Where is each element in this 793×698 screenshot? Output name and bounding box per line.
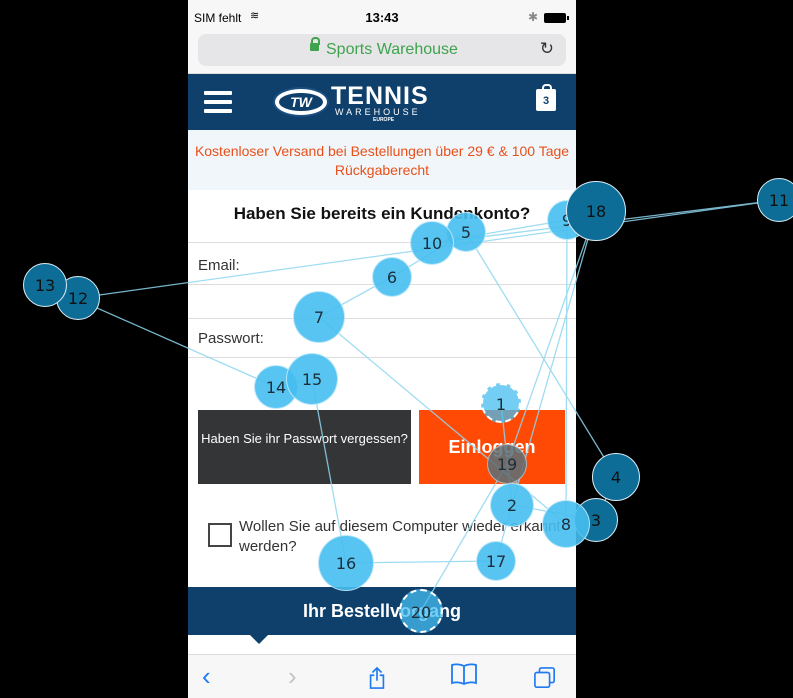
remember-me-checkbox[interactable]: [208, 523, 232, 547]
gaze-saccade-line: [595, 476, 617, 521]
gaze-fixation-13: 13: [23, 263, 67, 307]
gaze-fixation-3: 3: [574, 498, 618, 542]
divider: [188, 357, 576, 358]
logo-subtitle: WAREHOUSE: [335, 107, 421, 117]
tabs-icon[interactable]: [534, 667, 556, 689]
forgot-password-button[interactable]: Haben Sie ihr Passwort vergessen?: [198, 410, 411, 484]
status-bar: SIM fehlt ≋ 13:43 ✱: [188, 0, 576, 30]
logo-badge-text: TW: [279, 93, 323, 111]
bluetooth-icon: ✱: [528, 10, 539, 24]
battery-icon: [544, 13, 569, 23]
gaze-fixation-12: 12: [56, 276, 100, 320]
back-icon[interactable]: ‹: [202, 661, 211, 691]
divider: [188, 242, 576, 243]
browser-address-area: Sports Warehouse ↻: [188, 30, 576, 74]
logo-badge: TW: [273, 87, 329, 117]
menu-icon[interactable]: [204, 91, 232, 113]
bookmarks-icon[interactable]: [450, 662, 478, 686]
phone-screen: SIM fehlt ≋ 13:43 ✱ Sports Warehouse ↻ T…: [188, 0, 576, 698]
divider: [188, 318, 576, 319]
email-label: Email:: [198, 257, 240, 274]
address-bar[interactable]: Sports Warehouse ↻: [198, 34, 566, 66]
checkout-progress-bar: Ihr Bestellvorgang: [188, 587, 576, 635]
password-label: Passwort:: [198, 330, 264, 347]
url-text: Sports Warehouse: [326, 41, 458, 58]
email-field[interactable]: [198, 276, 566, 306]
browser-toolbar: ‹ ›: [188, 654, 576, 698]
reload-icon[interactable]: ↻: [540, 39, 554, 59]
promo-banner: Kostenloser Versand bei Bestellungen übe…: [188, 130, 576, 190]
password-field[interactable]: [198, 349, 566, 379]
cart-icon[interactable]: 3: [536, 84, 556, 111]
share-icon[interactable]: [368, 667, 386, 689]
clock: 13:43: [365, 10, 399, 25]
gaze-fixation-11: 11: [757, 178, 793, 222]
site-header: TW TENNIS WAREHOUSE EUROPE 3: [188, 74, 576, 130]
lock-icon: [310, 37, 320, 51]
remember-me-label[interactable]: Wollen Sie auf diesem Computer wieder er…: [239, 517, 569, 557]
tennis-warehouse-logo[interactable]: TW TENNIS WAREHOUSE EUROPE: [273, 80, 443, 124]
logo-region: EUROPE: [373, 117, 395, 123]
forward-icon[interactable]: ›: [288, 661, 297, 691]
gaze-fixation-4: 4: [592, 453, 640, 501]
login-button[interactable]: Einloggen: [419, 410, 565, 484]
gaze-saccade-line: [44, 284, 79, 299]
divider: [188, 284, 576, 285]
login-heading: Haben Sie bereits ein Kundenkonto?: [233, 204, 531, 223]
checkout-step-arrow: [250, 635, 268, 644]
